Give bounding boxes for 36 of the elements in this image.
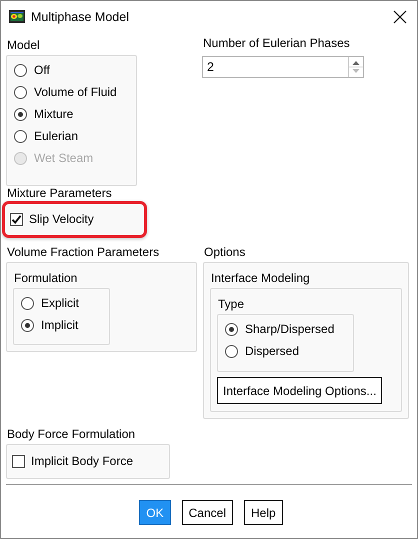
radio-button[interactable]: Explicit [21,292,80,314]
spin-arrows-icon[interactable] [348,57,363,77]
group-label: Options [203,244,246,260]
radio-button[interactable]: Eulerian [14,125,78,147]
group-label: Formulation [13,270,78,286]
window-title: Multiphase Model [31,10,129,24]
radio-circle[interactable] [225,322,238,336]
group-label: Volume Fraction Parameters [6,244,160,260]
radio-button[interactable]: Off [14,59,50,81]
radio-circle[interactable] [14,130,27,142]
group-label: Type [217,296,246,312]
radio-circle[interactable] [14,64,27,76]
close-icon[interactable] [392,8,408,24]
radio-circle[interactable] [21,296,34,310]
dialog-button[interactable]: Help [244,500,283,525]
radio-button[interactable]: Dispersed [225,340,300,362]
group-label: Interface Modeling [210,270,311,286]
checkbox[interactable]: Slip Velocity [10,208,94,230]
group-label: Mixture Parameters [6,185,113,201]
app-icon [9,10,25,23]
group-label: Model [6,37,41,53]
radio-circle[interactable] [14,108,27,120]
radio-button[interactable]: Sharp/Dispersed [225,318,334,340]
radio-button[interactable]: Implicit [21,314,78,336]
radio-button[interactable]: Volume of Fluid [14,81,117,103]
field-label: Number of Eulerian Phases [202,35,351,51]
radio-circle[interactable] [14,86,27,98]
dialog-button[interactable]: Cancel [182,500,233,525]
options-button[interactable]: Interface Modeling Options... [217,377,382,404]
number-spinner[interactable]: 2 [202,56,364,78]
radio-circle[interactable] [21,318,34,332]
group-label: Body Force Formulation [6,426,136,442]
radio-circle[interactable] [225,344,238,358]
checkbox[interactable]: Implicit Body Force [12,450,134,472]
checkmark-icon [11,214,22,224]
radio-button[interactable]: Mixture [14,103,74,125]
